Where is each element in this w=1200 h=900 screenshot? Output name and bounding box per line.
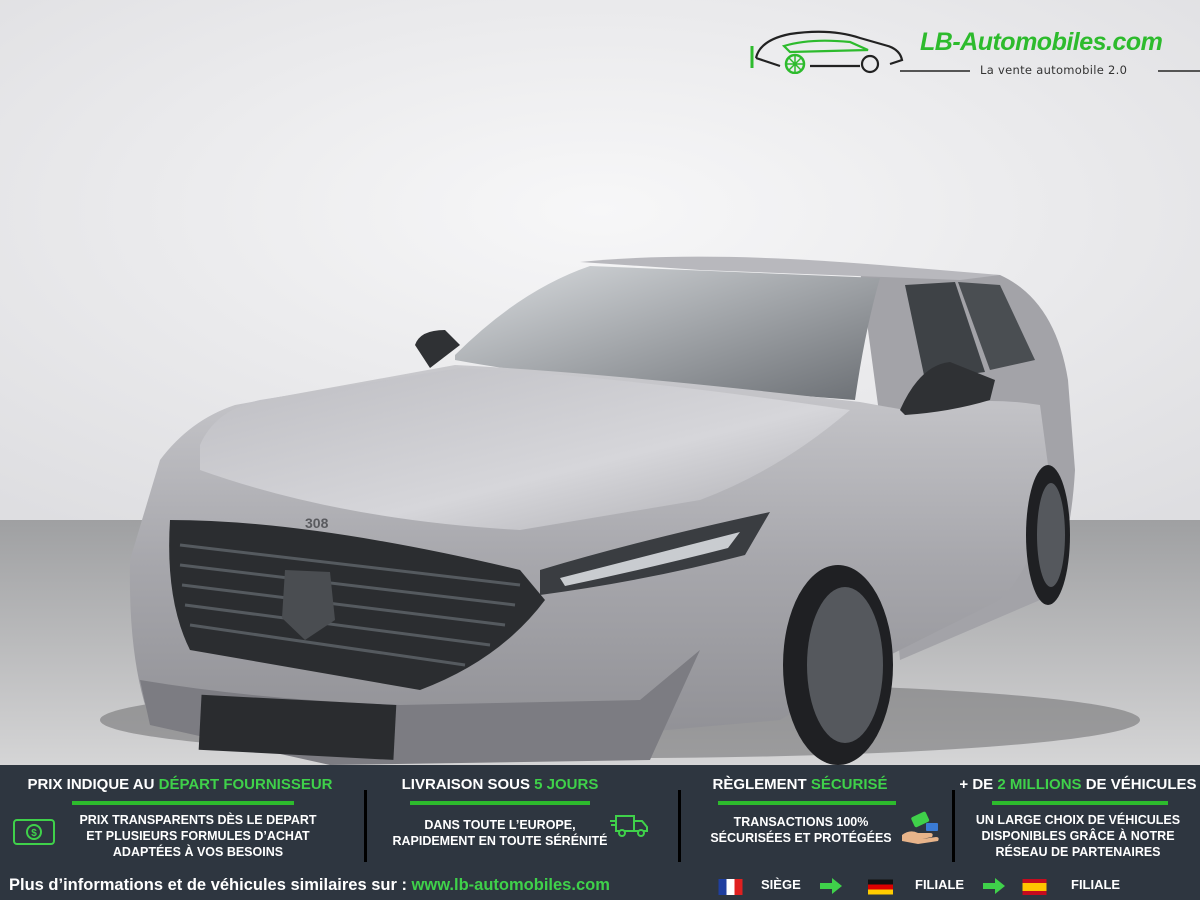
brand-tagline: La vente automobile 2.0 (980, 63, 1128, 77)
feature-rule (992, 801, 1168, 805)
car-logo-icon (750, 30, 904, 74)
info-banner: PRIX INDIQUE AU DÉPART FOURNISSEUR PRIX … (0, 765, 1200, 900)
car-photo: 308 (0, 0, 1200, 765)
feature-title: RÈGLEMENT SÉCURISÉ (712, 776, 888, 793)
banner-divider (364, 790, 367, 862)
website-link[interactable]: www.lb-automobiles.com (412, 876, 610, 894)
brand-logo[interactable]: LB-Automobiles.com La vente automobile 2… (750, 22, 1200, 82)
feature-description: DANS TOUTE L’EUROPE, RAPIDEMENT EN TOUTE… (392, 818, 608, 848)
feature-departure-price: PRIX INDIQUE AU DÉPART FOURNISSEUR PRIX … (10, 765, 350, 865)
france-flag-icon (718, 879, 743, 895)
feature-description: PRIX TRANSPARENTS DÈS LE DEPART ET PLUSI… (79, 813, 317, 859)
feature-secure-payment: RÈGLEMENT SÉCURISÉ TRANSACTIONS 100% SÉC… (690, 765, 910, 865)
money-icon: $ (13, 819, 55, 845)
feature-title: + DE 2 MILLIONS DE VÉHICULES (959, 776, 1197, 793)
banner-divider (952, 790, 955, 862)
location-label-hq: SIÈGE (761, 877, 801, 892)
feature-description: UN LARGE CHOIX DE VÉHICULES DISPONIBLES … (975, 813, 1181, 859)
brand-name: LB-Automobiles.com (920, 28, 1163, 56)
feature-rule (72, 801, 294, 805)
feature-title: LIVRAISON SOUS 5 JOURS (401, 776, 599, 793)
car-photo-illustration: 308 (0, 0, 1200, 765)
model-badge: 308 (305, 515, 329, 531)
tagline-rule-left (900, 70, 970, 72)
arrow-right-icon (820, 878, 842, 894)
svg-text:$: $ (31, 828, 37, 839)
tagline-rule-right (1158, 70, 1200, 72)
germany-flag-icon (868, 879, 893, 895)
footer-info: Plus d’informations et de véhicules simi… (9, 876, 610, 894)
feature-vehicle-count: + DE 2 MILLIONS DE VÉHICULES UN LARGE CH… (958, 765, 1198, 865)
arrow-right-icon (983, 878, 1005, 894)
location-label-branch-es: FILIALE (1071, 877, 1121, 892)
feature-title: PRIX INDIQUE AU DÉPART FOURNISSEUR (27, 776, 333, 793)
location-label-branch-de: FILIALE (915, 877, 965, 892)
payment-hand-icon (902, 811, 939, 844)
feature-rule (718, 801, 896, 805)
feature-delivery: LIVRAISON SOUS 5 JOURS DANS TOUTE L’EURO… (370, 765, 630, 865)
banner-divider (678, 790, 681, 862)
feature-rule (410, 801, 590, 805)
feature-description: TRANSACTIONS 100% SÉCURISÉES ET PROTÉGÉE… (710, 815, 892, 845)
delivery-truck-icon (610, 815, 648, 837)
spain-flag-icon (1022, 879, 1047, 895)
